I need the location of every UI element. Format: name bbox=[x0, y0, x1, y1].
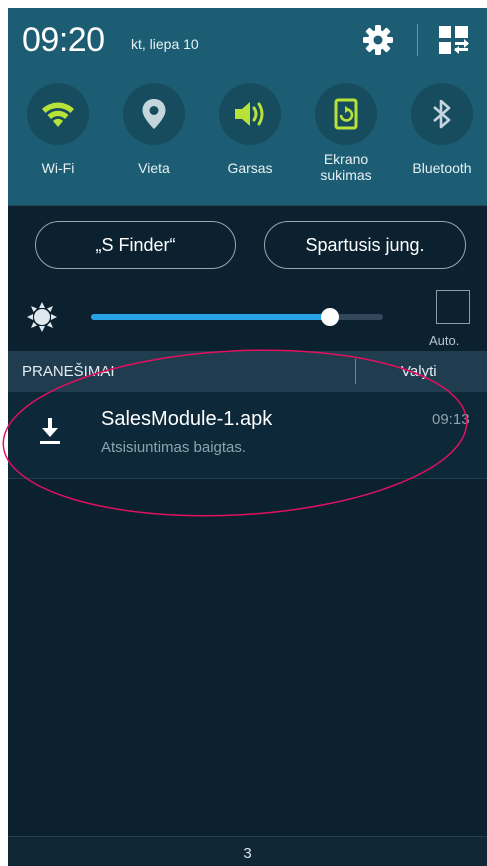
speaker-icon bbox=[235, 102, 264, 126]
status-date: kt, liepa 10 bbox=[131, 36, 199, 52]
toggle-label: Bluetooth bbox=[412, 160, 472, 176]
settings-button[interactable] bbox=[360, 22, 396, 58]
brightness-slider-handle[interactable] bbox=[321, 308, 340, 326]
brightness-slider[interactable] bbox=[91, 308, 383, 326]
header-divider bbox=[355, 359, 356, 384]
edit-toggles-button[interactable] bbox=[436, 22, 472, 58]
notifications-title: PRANEŠIMAI bbox=[22, 363, 115, 380]
notifications-header: PRANEŠIMAI Valyti bbox=[8, 351, 487, 392]
location-pin-icon bbox=[142, 99, 166, 129]
clear-button[interactable]: Valyti bbox=[401, 363, 437, 380]
toggle-label: Garsas bbox=[227, 160, 273, 176]
header-divider bbox=[417, 24, 418, 56]
notification-title: SalesModule-1.apk bbox=[101, 408, 273, 430]
toggle-label: Wi-Fi bbox=[41, 160, 75, 176]
wifi-icon bbox=[42, 102, 74, 127]
brightness-slider-fill bbox=[91, 314, 331, 320]
grid-edit-icon bbox=[439, 26, 469, 54]
toggle-wifi[interactable]: Wi-Fi bbox=[11, 83, 105, 176]
toggle-sound[interactable]: Garsas bbox=[203, 83, 297, 176]
auto-brightness-label: Auto. bbox=[429, 333, 460, 348]
brightness-icon bbox=[26, 301, 58, 333]
toggle-screen-rotation[interactable]: Ekrano sukimas bbox=[299, 83, 393, 183]
notification-panel: 09:20 kt, liepa 10 Wi-Fi Vieta Garsas Ek… bbox=[8, 8, 487, 866]
toggle-label: Ekrano sukimas bbox=[320, 151, 372, 183]
notification-item[interactable]: SalesModule-1.apk Atsisiuntimas baigtas.… bbox=[8, 392, 487, 478]
divider bbox=[8, 205, 487, 206]
bluetooth-icon bbox=[433, 99, 451, 129]
notification-count-bar[interactable]: 3 bbox=[8, 836, 487, 866]
quick-settings-header: 09:20 kt, liepa 10 Wi-Fi Vieta Garsas Ek… bbox=[8, 8, 487, 205]
toggle-location[interactable]: Vieta bbox=[107, 83, 201, 176]
toggle-bluetooth[interactable]: Bluetooth bbox=[395, 83, 487, 176]
screen-rotation-icon bbox=[334, 98, 358, 130]
toggle-label: Vieta bbox=[138, 160, 170, 176]
status-time: 09:20 bbox=[22, 21, 105, 59]
gear-icon bbox=[363, 25, 393, 55]
download-icon bbox=[38, 416, 62, 446]
notification-subtitle: Atsisiuntimas baigtas. bbox=[101, 439, 247, 456]
divider bbox=[8, 478, 487, 479]
notification-time: 09:13 bbox=[432, 411, 470, 428]
quick-connect-button[interactable]: Spartusis jung. bbox=[264, 221, 466, 269]
auto-brightness-checkbox[interactable] bbox=[436, 290, 470, 324]
s-finder-button[interactable]: „S Finder“ bbox=[35, 221, 236, 269]
notification-count: 3 bbox=[243, 845, 252, 862]
